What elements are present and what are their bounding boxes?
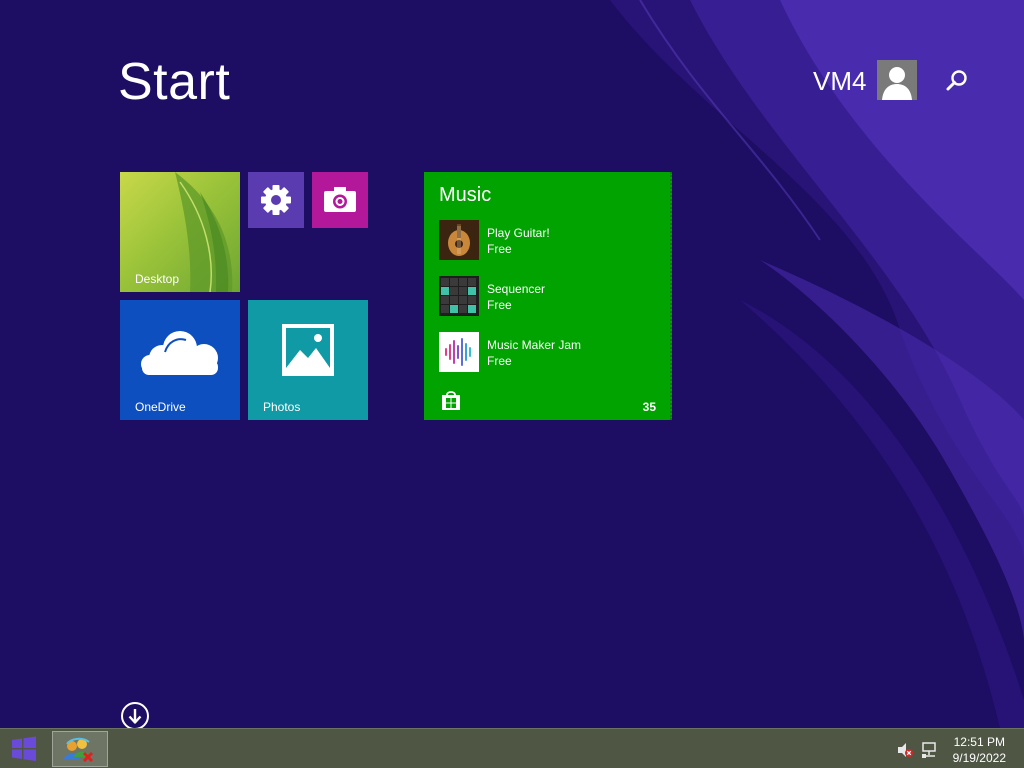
network-users-icon xyxy=(64,737,94,763)
all-apps-button[interactable] xyxy=(120,701,150,731)
windows-logo-icon xyxy=(12,736,36,761)
tile-photos[interactable]: Photos xyxy=(248,300,368,420)
tile-onedrive-label: OneDrive xyxy=(135,400,186,414)
user-name[interactable]: VM4 xyxy=(813,66,866,97)
clock-time: 12:51 PM xyxy=(953,735,1005,749)
page-title: Start xyxy=(118,53,231,111)
sequencer-icon xyxy=(439,276,479,316)
clock-date: 9/19/2022 xyxy=(952,751,1006,765)
music-tile-count: 35 xyxy=(642,400,656,414)
taskbar-app-button[interactable] xyxy=(52,731,108,767)
music-app-name: Play Guitar! xyxy=(487,226,550,240)
music-app-sequencer[interactable]: Sequencer Free xyxy=(439,276,659,318)
music-app-price: Free xyxy=(487,354,512,368)
volume-button[interactable] xyxy=(896,741,914,759)
tile-photos-label: Photos xyxy=(263,400,301,414)
camera-icon xyxy=(324,187,356,212)
start-button[interactable] xyxy=(8,735,40,763)
tile-camera[interactable] xyxy=(312,172,368,228)
tile-onedrive[interactable]: OneDrive xyxy=(120,300,240,420)
music-app-name: Music Maker Jam xyxy=(487,338,582,352)
tile-pc-settings[interactable] xyxy=(248,172,304,228)
tile-desktop-label: Desktop xyxy=(135,272,180,286)
user-avatar-icon[interactable] xyxy=(877,60,917,100)
network-icon xyxy=(922,742,936,758)
music-app-price: Free xyxy=(487,298,512,312)
taskbar-clock[interactable]: 12:51 PM 9/19/2022 xyxy=(953,734,1006,766)
tile-desktop[interactable]: Desktop xyxy=(120,172,240,292)
music-app-price: Free xyxy=(487,242,512,256)
waveform-icon xyxy=(439,332,479,372)
network-status-button[interactable] xyxy=(920,741,938,759)
arrow-down-circle-icon xyxy=(121,702,149,730)
music-app-name: Sequencer xyxy=(487,282,546,296)
tile-music-title: Music xyxy=(439,184,492,206)
start-screen: Start VM4 Desktop OneDrive Photos Music … xyxy=(0,0,1024,768)
music-app-play-guitar[interactable]: Play Guitar! Free xyxy=(439,220,659,262)
music-app-music-maker-jam[interactable]: Music Maker Jam Free xyxy=(439,332,659,374)
search-icon xyxy=(946,70,967,91)
guitar-icon xyxy=(439,220,479,260)
gear-icon xyxy=(261,185,291,215)
store-icon xyxy=(442,391,460,410)
taskbar: 12:51 PM 9/19/2022 xyxy=(0,728,1024,768)
search-button[interactable] xyxy=(942,66,972,96)
tile-music[interactable]: Music Play Guitar! Free Sequencer Free M… xyxy=(424,172,672,420)
volume-muted-icon xyxy=(898,743,913,757)
